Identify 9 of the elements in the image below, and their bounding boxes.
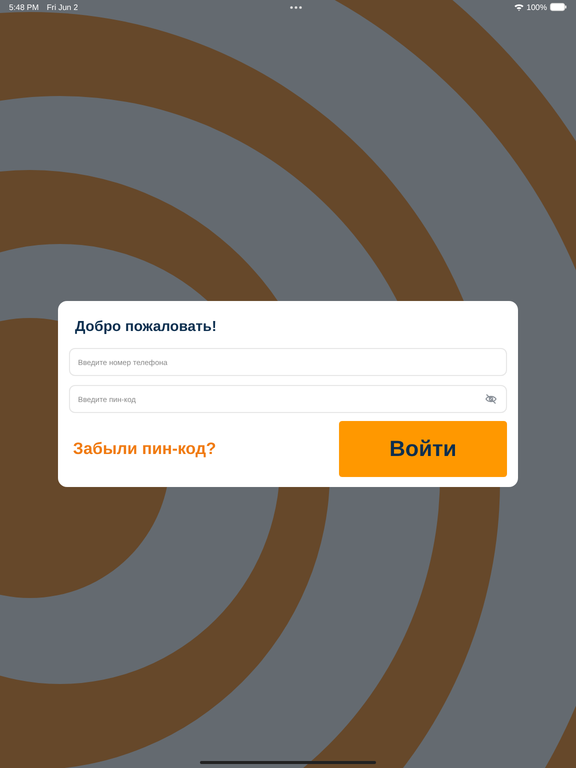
welcome-title: Добро пожаловать!: [75, 319, 218, 335]
battery-icon: [550, 3, 567, 11]
eye-slash-icon[interactable]: [485, 394, 497, 404]
more-icon[interactable]: [290, 6, 302, 8]
login-button[interactable]: Войти: [339, 421, 507, 477]
wifi-icon: [514, 3, 524, 11]
status-time: 5:48 PM: [9, 2, 39, 12]
battery-level: 100%: [526, 2, 547, 12]
status-date: Fri Jun 2: [46, 2, 78, 12]
